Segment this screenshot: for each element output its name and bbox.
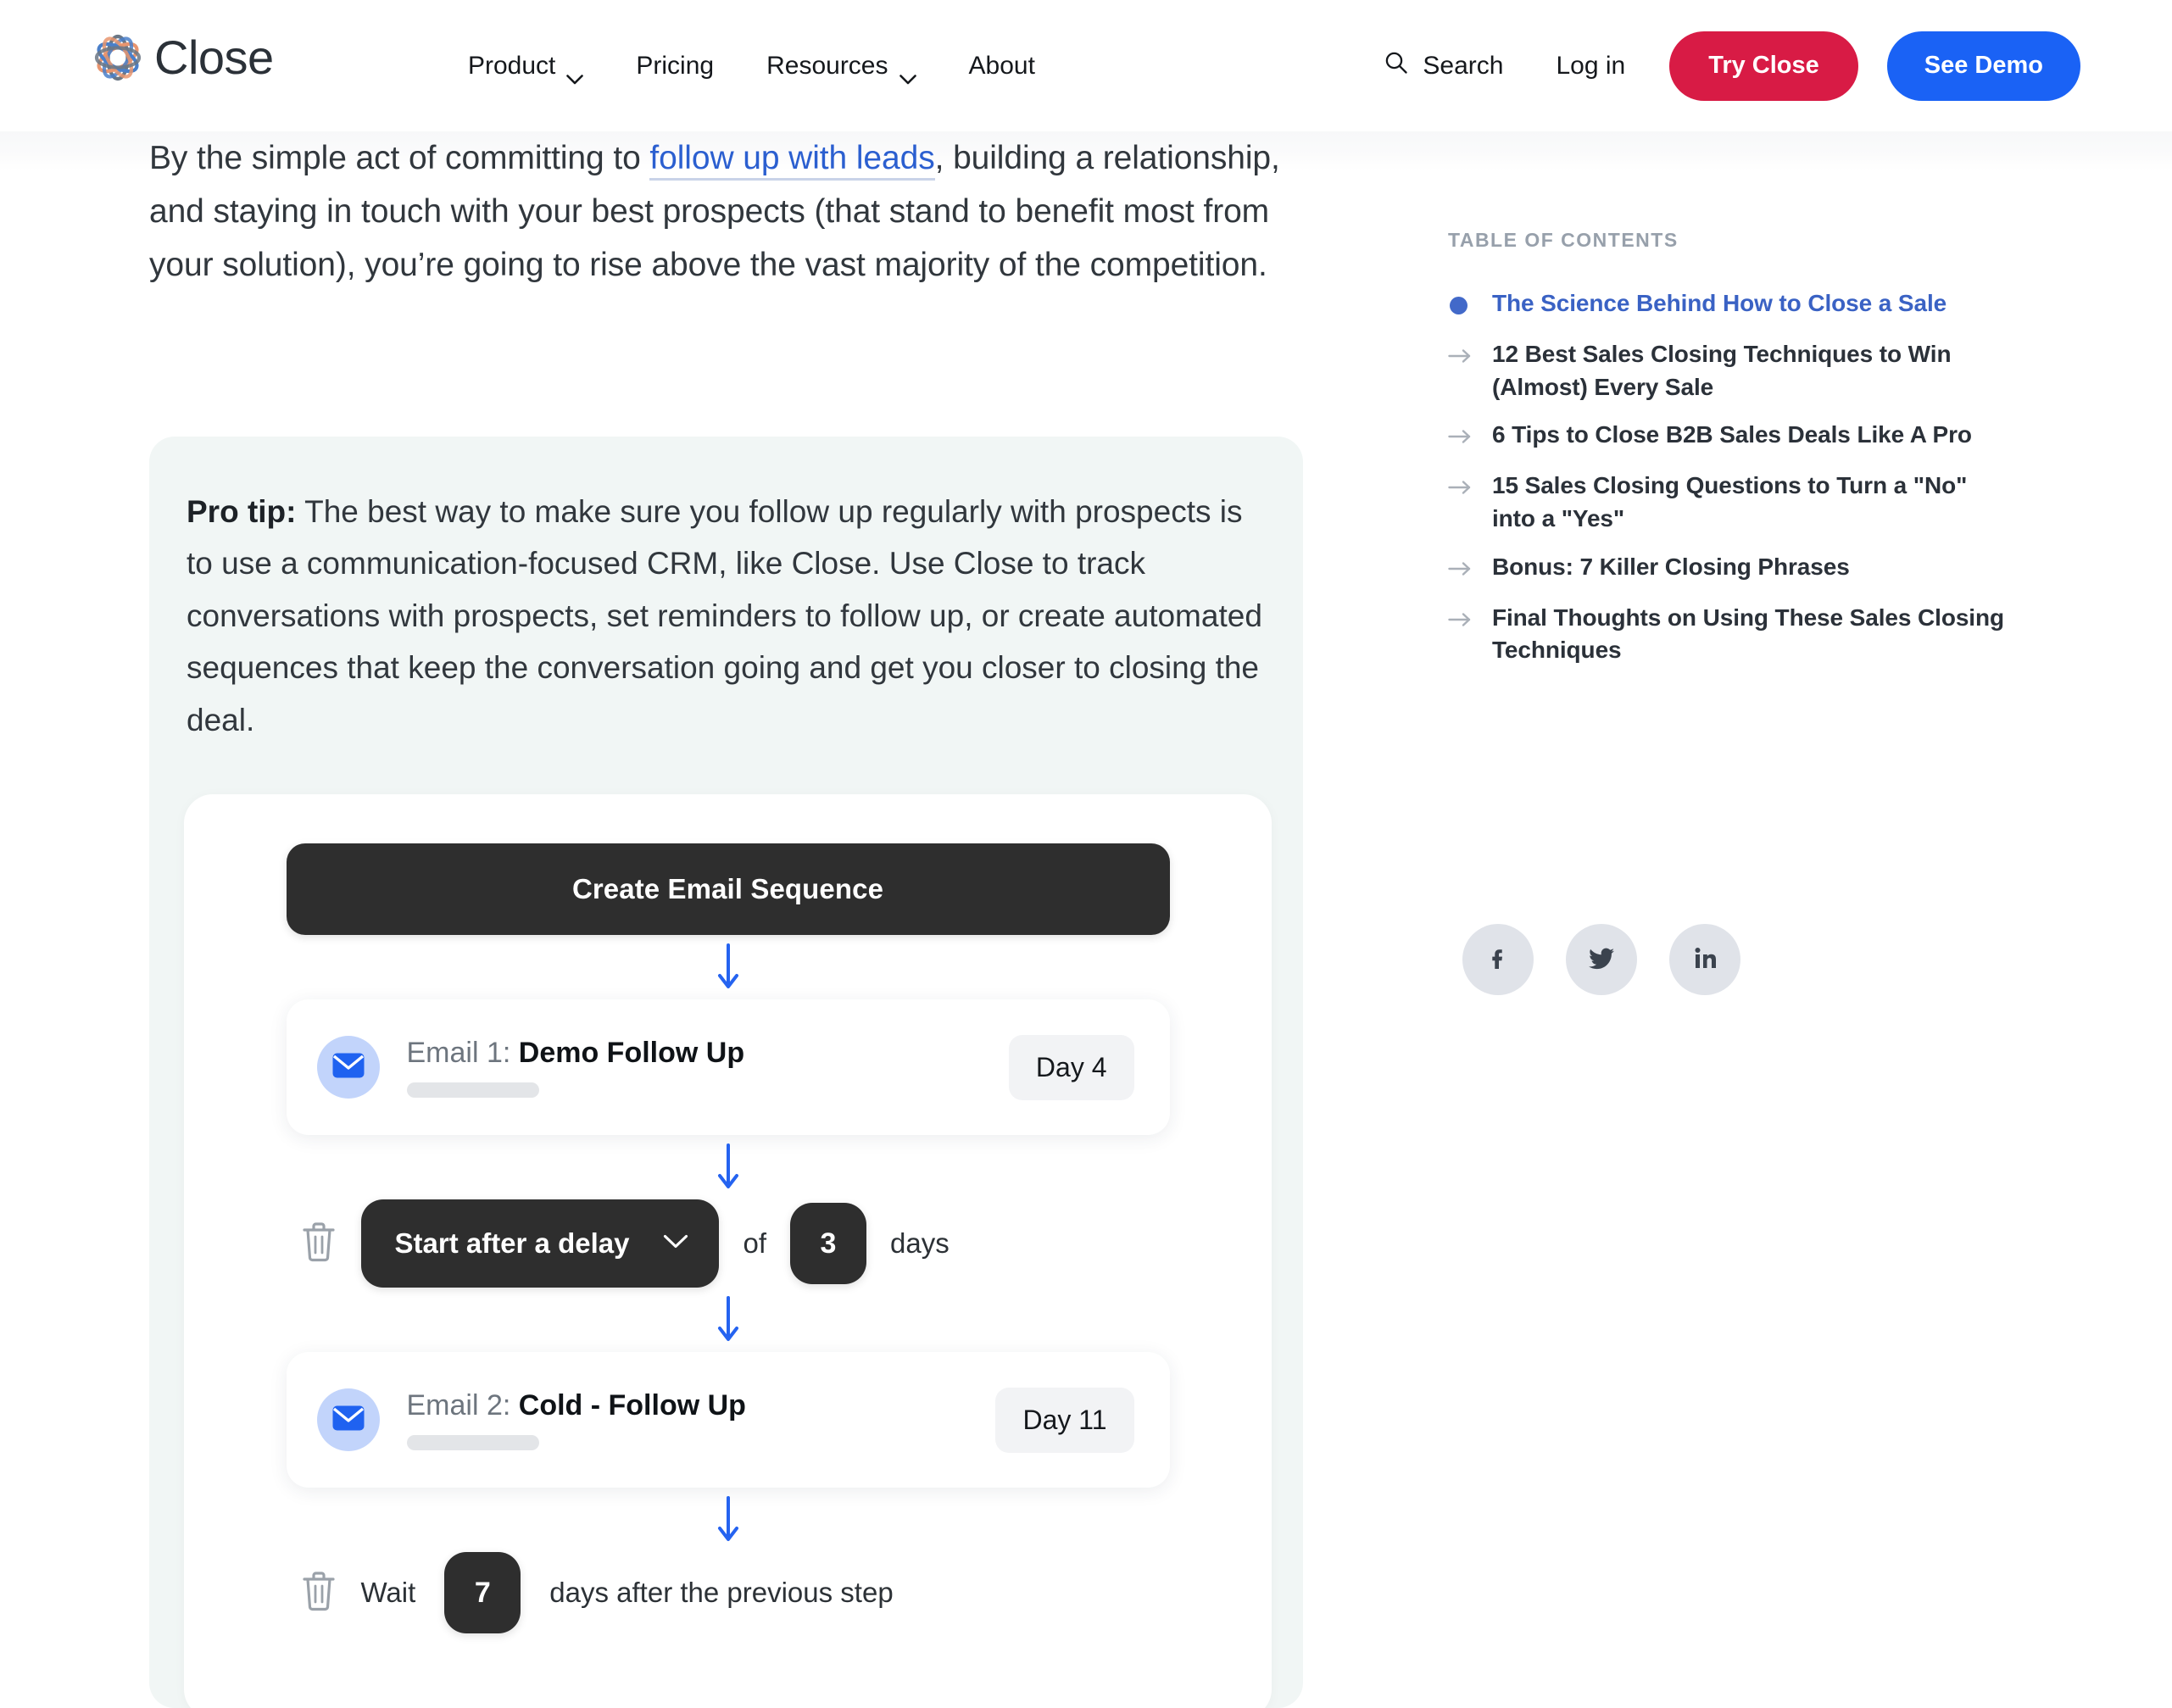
sequence-step-email-1[interactable]: Email 1: Demo Follow Up Day 4	[286, 999, 1170, 1136]
follow-up-with-leads-link[interactable]: follow up with leads	[649, 140, 935, 181]
toc-item-label: 6 Tips to Close B2B Sales Deals Like A P…	[1492, 421, 1972, 448]
wait-lead-label: Wait	[360, 1577, 416, 1609]
delay-type-label: Start after a delay	[394, 1227, 630, 1260]
flow-arrow	[287, 935, 1170, 999]
email-step-day-chip[interactable]: Day 4	[1008, 1034, 1134, 1100]
main-navigation: Product Pricing Resources About	[468, 0, 1035, 131]
pro-tip-paragraph: Pro tip: The best way to make sure you f…	[181, 486, 1271, 746]
pro-tip-body: The best way to make sure you follow up …	[187, 494, 1262, 737]
toc-item-label: 15 Sales Closing Questions to Turn a "No…	[1492, 472, 1968, 531]
toc-active-dot-icon	[1448, 287, 1473, 323]
linkedin-icon	[1690, 943, 1720, 977]
arrow-right-icon	[1448, 551, 1473, 587]
search-button[interactable]: Search	[1384, 50, 1503, 82]
toc-heading: TABLE OF CONTENTS	[1448, 229, 1679, 251]
email-step-prefix: Email 2:	[406, 1388, 519, 1421]
email-step-title: Email 2: Cold - Follow Up	[407, 1389, 996, 1422]
sequence-step-email-2[interactable]: Email 2: Cold - Follow Up Day 11	[286, 1352, 1170, 1488]
toc-item-5[interactable]: Final Thoughts on Using These Sales Clos…	[1448, 602, 2008, 667]
wait-trail-label: days after the previous step	[549, 1577, 894, 1609]
nav-item-pricing[interactable]: Pricing	[636, 52, 714, 81]
delay-unit-label: days	[890, 1227, 950, 1260]
flow-arrow	[287, 1135, 1170, 1199]
nav-item-label: Pricing	[636, 51, 715, 80]
nav-item-label: About	[968, 51, 1035, 80]
chevron-down-icon	[663, 1234, 688, 1254]
arrow-right-icon	[1448, 470, 1473, 505]
toc-item-label: Final Thoughts on Using These Sales Clos…	[1492, 604, 2004, 664]
toc-item-1[interactable]: 12 Best Sales Closing Techniques to Win …	[1448, 338, 2008, 403]
page-content: By the simple act of committing to follo…	[0, 131, 2172, 1708]
toc-item-label: 12 Best Sales Closing Techniques to Win …	[1492, 341, 1952, 400]
try-close-button[interactable]: Try Close	[1669, 31, 1858, 101]
intro-paragraph: By the simple act of committing to follo…	[149, 131, 1306, 292]
nav-item-resources[interactable]: Resources	[766, 51, 916, 84]
toc-item-3[interactable]: 15 Sales Closing Questions to Turn a "No…	[1448, 470, 2008, 535]
share-facebook-button[interactable]	[1462, 924, 1534, 995]
login-link[interactable]: Log in	[1556, 52, 1625, 81]
search-label: Search	[1423, 51, 1504, 80]
delay-days-input[interactable]: 3	[790, 1203, 866, 1285]
toc-item-label: The Science Behind How to Close a Sale	[1492, 290, 1947, 316]
email-sequence-card: Create Email Sequence Email 1: Demo Foll…	[184, 794, 1272, 1708]
nav-item-about[interactable]: About	[969, 52, 1035, 81]
search-icon	[1384, 50, 1409, 82]
envelope-icon	[331, 1052, 365, 1083]
delay-of-label: of	[743, 1227, 766, 1260]
trash-icon[interactable]	[300, 1221, 337, 1267]
email-icon-badge	[316, 1036, 380, 1099]
email-step-day-chip[interactable]: Day 11	[995, 1387, 1134, 1453]
table-of-contents: TABLE OF CONTENTS The Science Behind How…	[1448, 229, 2008, 682]
sequence-step-delay: Start after a delay of 3 days	[287, 1199, 1170, 1288]
close-logo-icon	[92, 31, 144, 84]
logo-wordmark: Close	[154, 31, 274, 84]
share-linkedin-button[interactable]	[1669, 924, 1740, 995]
site-logo[interactable]: Close	[92, 31, 274, 84]
chevron-down-icon	[566, 63, 584, 84]
arrow-right-icon	[1448, 602, 1473, 637]
email-step-title: Email 1: Demo Follow Up	[407, 1037, 1009, 1070]
email-icon-badge	[316, 1388, 380, 1452]
create-email-sequence-button[interactable]: Create Email Sequence	[286, 843, 1170, 936]
nav-item-label: Resources	[766, 51, 888, 80]
delay-type-dropdown[interactable]: Start after a delay	[360, 1199, 720, 1288]
arrow-right-icon	[1448, 419, 1473, 454]
toc-item-2[interactable]: 6 Tips to Close B2B Sales Deals Like A P…	[1448, 419, 2008, 454]
nav-item-product[interactable]: Product	[468, 51, 584, 84]
pro-tip-callout: Pro tip: The best way to make sure you f…	[149, 437, 1303, 1708]
wait-days-input[interactable]: 7	[444, 1552, 521, 1634]
chevron-down-icon	[899, 63, 916, 84]
header-actions: Search Log in Try Close See Demo	[1384, 0, 2080, 131]
email-step-placeholder-bar	[406, 1082, 539, 1099]
article-column: By the simple act of committing to follo…	[149, 131, 1306, 292]
nav-item-label: Product	[468, 51, 556, 80]
email-step-body: Email 1: Demo Follow Up	[406, 1037, 1009, 1099]
email-step-body: Email 2: Cold - Follow Up	[406, 1389, 996, 1451]
trash-icon[interactable]	[300, 1570, 337, 1616]
pro-tip-label: Pro tip:	[187, 494, 297, 529]
see-demo-button[interactable]: See Demo	[1886, 31, 2080, 101]
twitter-icon	[1585, 942, 1618, 978]
facebook-icon	[1483, 943, 1513, 977]
share-twitter-button[interactable]	[1566, 924, 1637, 995]
flow-arrow	[287, 1488, 1170, 1552]
paragraph-text-before-link: By the simple act of committing to	[149, 140, 650, 176]
toc-item-4[interactable]: Bonus: 7 Killer Closing Phrases	[1448, 551, 2008, 587]
sequence-inner: Create Email Sequence Email 1: Demo Foll…	[286, 843, 1170, 1634]
toc-item-label: Bonus: 7 Killer Closing Phrases	[1492, 553, 1850, 580]
sequence-step-wait: Wait 7 days after the previous step	[287, 1552, 1170, 1634]
toc-item-0[interactable]: The Science Behind How to Close a Sale	[1448, 287, 2008, 323]
email-step-subject: Cold - Follow Up	[518, 1388, 746, 1421]
arrow-right-icon	[1448, 338, 1473, 374]
email-step-prefix: Email 1:	[406, 1036, 519, 1069]
email-step-placeholder-bar	[406, 1435, 539, 1451]
social-share-row	[1462, 924, 1740, 995]
site-header: Close Product Pricing Resources About Se…	[0, 0, 2172, 131]
email-step-subject: Demo Follow Up	[518, 1036, 745, 1069]
flow-arrow	[287, 1288, 1170, 1352]
envelope-icon	[331, 1405, 365, 1436]
